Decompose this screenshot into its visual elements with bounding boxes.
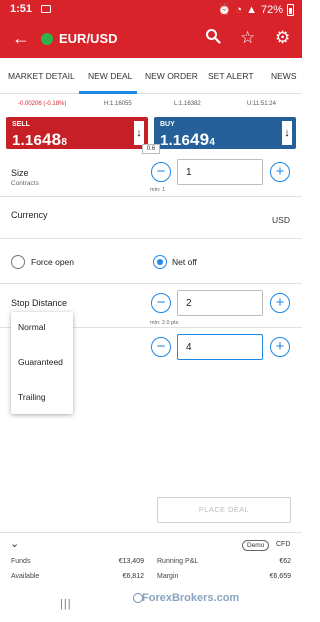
app-bar: ← EUR/USD ☆ ⚙ <box>0 20 302 58</box>
funds-value: €13,409 <box>118 558 144 565</box>
account-type: CFD <box>276 541 291 548</box>
buy-price-prefix: 1.16 <box>160 132 190 149</box>
limit-decrement-button[interactable]: − <box>151 337 171 357</box>
stop-distance-input[interactable]: 2 <box>177 290 263 316</box>
tab-new-deal[interactable]: NEW DEAL <box>88 71 132 81</box>
battery-icon <box>287 3 294 16</box>
spread-badge: 0.6 <box>142 144 160 154</box>
system-nav-bar: ||| ForexBrokers.com <box>0 586 302 622</box>
stop-increment-button[interactable]: + <box>270 293 290 313</box>
alarm-icon: ⏰ <box>217 4 232 16</box>
place-deal-button[interactable]: PLACE DEAL <box>157 497 291 523</box>
price-info-row: -0.00206 (-0.18%) H:1.16055 L:1.16382 U:… <box>0 99 302 111</box>
size-input[interactable]: 1 <box>177 159 263 185</box>
size-hint: min: 1 <box>150 187 165 193</box>
sell-price-big: 48 <box>42 130 62 149</box>
available-value: €6,812 <box>122 573 144 580</box>
size-label: Size <box>11 168 29 178</box>
margin-label: Margin <box>157 573 179 580</box>
tab-bar: MARKET DETAIL NEW DEAL NEW ORDER SET ALE… <box>0 58 302 94</box>
star-icon[interactable]: ☆ <box>240 28 255 48</box>
sell-label: SELL <box>12 121 30 128</box>
running-pl-label: Running P&L <box>157 558 199 565</box>
currency-label: Currency <box>11 210 48 220</box>
arrow-down-icon: ↓ <box>134 121 144 145</box>
app-screen: 1:51 ⏰ ◔ ▲ 72% ← EUR/USD ☆ ⚙ MARKET DETA… <box>0 0 302 622</box>
buy-price-small: 4 <box>209 137 216 148</box>
net-off-radio[interactable] <box>153 255 167 269</box>
image-notification-icon <box>41 5 51 13</box>
instrument-title: EUR/USD <box>59 31 118 46</box>
funds-label: Funds <box>11 558 31 565</box>
tab-news[interactable]: NEWS <box>271 71 297 81</box>
size-sublabel: Contracts <box>11 180 39 187</box>
price-change: -0.00206 (-0.18%) <box>18 101 67 107</box>
limit-increment-button[interactable]: + <box>270 337 290 357</box>
force-open-label[interactable]: Force open <box>31 257 74 267</box>
watermark: ForexBrokers.com <box>142 592 240 604</box>
divider <box>0 196 302 197</box>
demo-badge: Demo <box>242 540 270 551</box>
status-right: ⏰ ◔ ▲ 72% <box>218 3 294 16</box>
menu-item-guaranteed[interactable]: Guaranteed <box>18 357 63 367</box>
size-decrement-button[interactable]: − <box>151 162 171 182</box>
price-high: H:1.16055 <box>104 101 132 107</box>
size-increment-button[interactable]: + <box>270 162 290 182</box>
sell-price-small: 8 <box>61 137 68 148</box>
recent-apps-icon[interactable]: ||| <box>60 598 72 610</box>
stop-decrement-button[interactable]: − <box>151 293 171 313</box>
currency-value[interactable]: USD <box>272 215 290 225</box>
sell-button[interactable]: SELL 1.16488 ↓ <box>6 117 148 149</box>
menu-item-normal[interactable]: Normal <box>18 322 45 332</box>
stop-distance-label: Stop Distance <box>11 298 68 308</box>
buy-label: BUY <box>160 121 175 128</box>
force-open-radio[interactable] <box>11 255 25 269</box>
arrow-left-icon[interactable]: ← <box>12 28 30 49</box>
signal-icon: ▲ <box>246 3 257 16</box>
buy-price: 1.16494 <box>160 130 215 150</box>
buy-button[interactable]: BUY 1.16494 ↓ <box>154 117 296 149</box>
running-pl-value: €62 <box>279 558 291 565</box>
status-time: 1:51 <box>10 3 33 15</box>
chevron-down-icon[interactable]: ⌄ <box>10 537 19 550</box>
wifi-icon: ◔ <box>235 3 243 16</box>
search-icon[interactable] <box>205 28 221 49</box>
price-low: L:1.16382 <box>174 101 201 107</box>
margin-value: €6,659 <box>269 573 291 580</box>
stop-type-menu: Normal Guaranteed Trailing <box>11 312 73 414</box>
tab-set-alert[interactable]: SET ALERT <box>208 71 254 81</box>
tab-market-detail[interactable]: MARKET DETAIL <box>8 71 75 81</box>
tab-new-order[interactable]: NEW ORDER <box>145 71 198 81</box>
divider <box>0 238 302 239</box>
active-tab-indicator <box>79 91 137 94</box>
status-bar: 1:51 ⏰ ◔ ▲ 72% <box>0 0 302 20</box>
battery-percent: 72% <box>260 3 283 16</box>
sell-price: 1.16488 <box>12 130 67 150</box>
account-summary: ⌄ Demo CFD Funds €13,409 Running P&L €62… <box>0 532 302 586</box>
stop-distance-hint: min: 2.0 pts <box>150 320 179 326</box>
sell-price-prefix: 1.16 <box>12 132 42 149</box>
arrow-down-icon: ↓ <box>282 121 292 145</box>
divider <box>0 283 302 284</box>
limit-input[interactable]: 4 <box>177 334 263 360</box>
menu-item-trailing[interactable]: Trailing <box>18 392 46 402</box>
market-open-indicator <box>41 33 53 45</box>
buy-price-big: 49 <box>190 130 210 149</box>
available-label: Available <box>11 573 40 580</box>
price-time: U:11:51:24 <box>247 101 276 107</box>
gear-icon[interactable]: ⚙ <box>275 28 290 48</box>
net-off-label[interactable]: Net off <box>172 257 197 267</box>
